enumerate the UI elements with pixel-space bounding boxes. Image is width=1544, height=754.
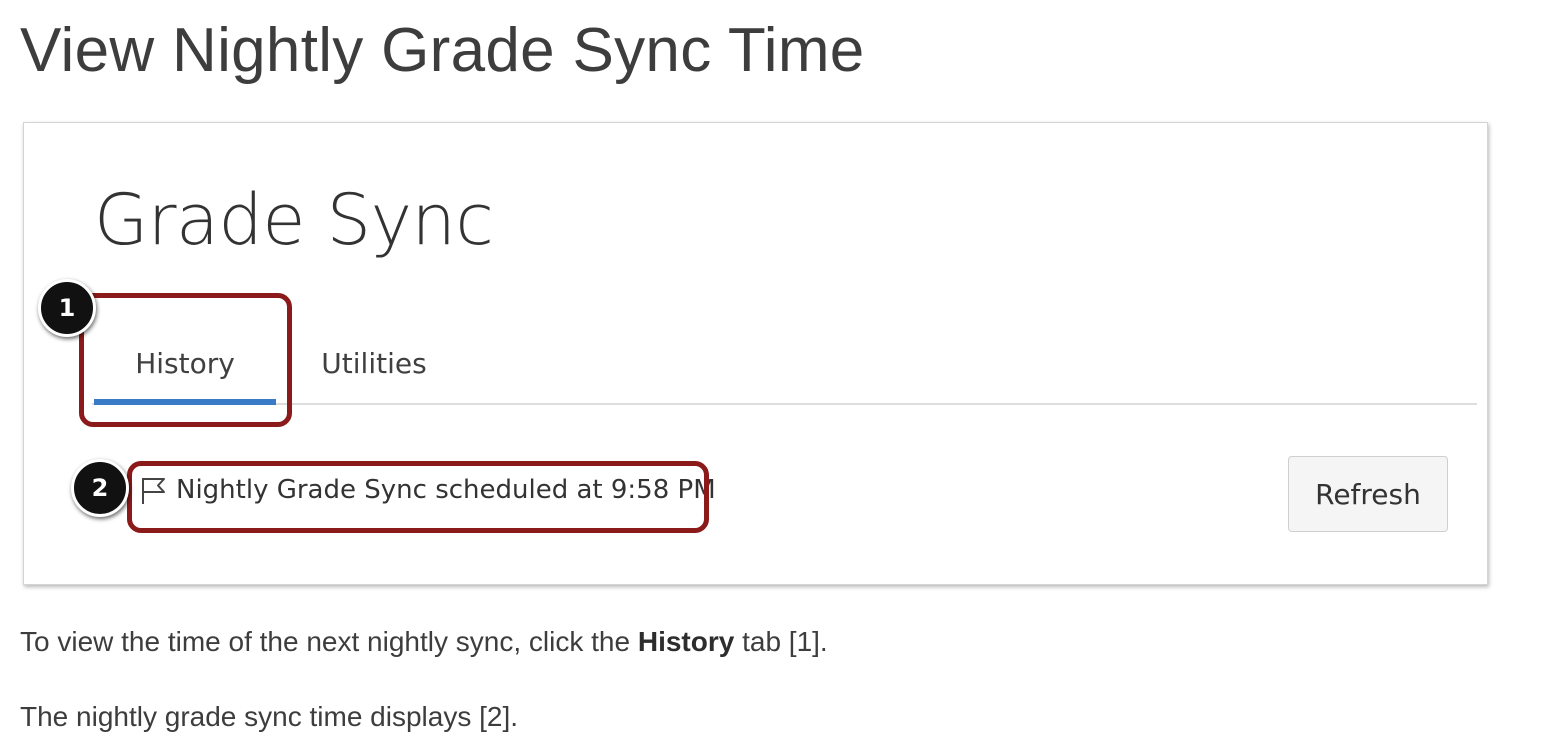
instruction-step-2: The nightly grade sync time displays [2]… (20, 701, 519, 732)
callout-badge-1: 1 (38, 279, 96, 337)
callout-highlight-sync-status (127, 461, 709, 533)
tab-utilities[interactable]: Utilities (294, 323, 454, 403)
tab-utilities-label: Utilities (321, 346, 427, 380)
instruction-1-bold-history: History (637, 626, 735, 657)
callout-highlight-history-tab (79, 293, 292, 427)
instruction-1-text-after: tab [1]. (734, 626, 828, 657)
refresh-button[interactable]: Refresh (1288, 456, 1448, 532)
page-title: View Nightly Grade Sync Time (20, 16, 865, 85)
tab-bar: History Utilities (92, 323, 1477, 405)
instruction-step-1: To view the time of the next nightly syn… (20, 624, 828, 660)
instruction-1-text-before: To view the time of the next nightly syn… (20, 626, 638, 657)
callout-badge-2: 2 (71, 459, 129, 517)
app-heading: Grade Sync (94, 179, 494, 261)
screenshot-frame: Grade Sync History Utilities Nightly Gra… (23, 122, 1488, 585)
